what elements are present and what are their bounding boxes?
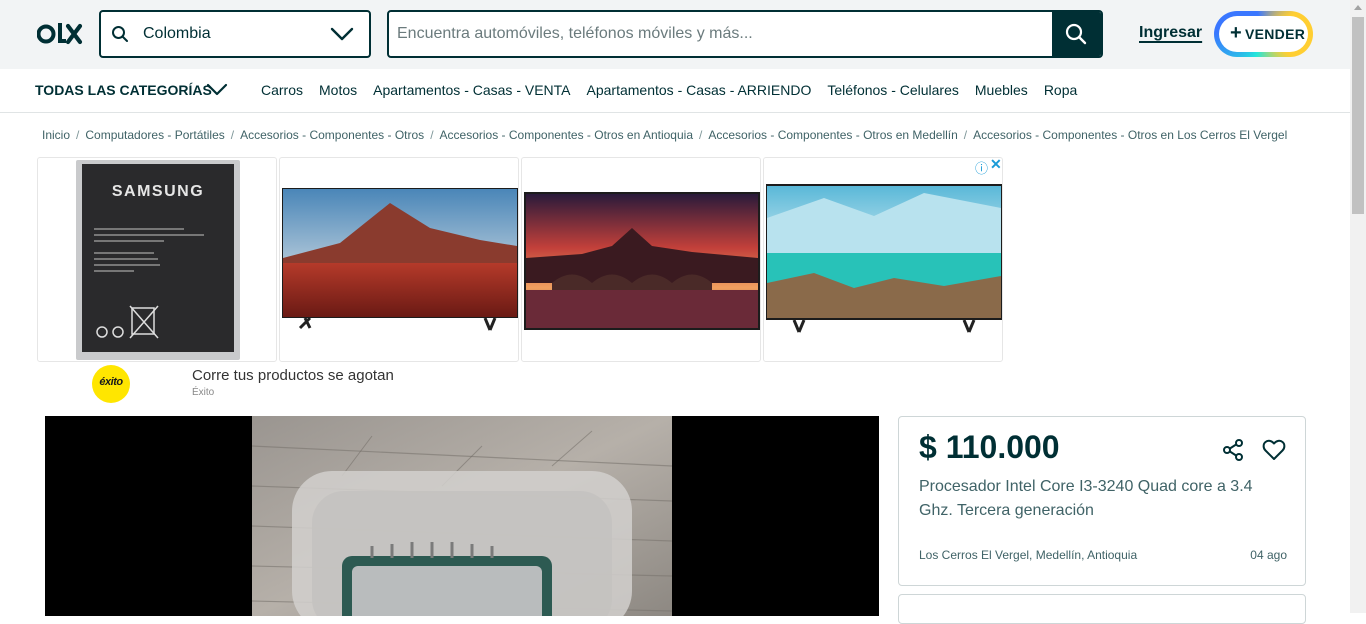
product-photo[interactable]: [252, 416, 672, 616]
tv-image: [766, 184, 1002, 333]
breadcrumb-item[interactable]: Computadores - Portátiles: [85, 128, 224, 142]
location-selector[interactable]: Colombia: [99, 10, 371, 58]
tv-image: [282, 188, 518, 331]
ad-info-icon[interactable]: ⓘ: [975, 158, 988, 177]
listing-summary-card: $ 110.000 Procesador Intel Core I3-3240 …: [898, 416, 1306, 586]
olx-logo[interactable]: [37, 20, 83, 48]
chevron-down-icon[interactable]: [330, 24, 354, 44]
category-link-telefonos[interactable]: Teléfonos - Celulares: [827, 82, 959, 98]
ad-close-icon[interactable]: ✕: [990, 156, 1002, 173]
search-button[interactable]: [1052, 12, 1101, 56]
chevron-down-icon[interactable]: [206, 82, 228, 98]
location-value: Colombia: [143, 25, 211, 42]
heart-icon[interactable]: [1262, 439, 1286, 461]
product-gallery[interactable]: [45, 416, 879, 616]
battery-brand: SAMSUNG: [112, 183, 204, 200]
ad-title[interactable]: Corre tus productos se agotan: [192, 367, 394, 384]
breadcrumb-item[interactable]: Accesorios - Componentes - Otros: [240, 128, 424, 142]
cpu-image: [252, 416, 672, 616]
ad-banner[interactable]: SAMSUNG: [37, 157, 1003, 362]
breadcrumb: Inicio / Computadores - Portátiles / Acces…: [42, 128, 1288, 142]
ad-source: Éxito: [192, 387, 215, 398]
category-link-motos[interactable]: Motos: [319, 82, 357, 98]
ad-product-tv-city[interactable]: [521, 157, 761, 362]
category-link-apartamentos-venta[interactable]: Apartamentos - Casas - VENTA: [373, 82, 570, 98]
category-link-apartamentos-arriendo[interactable]: Apartamentos - Casas - ARRIENDO: [587, 82, 812, 98]
ad-product-tv-desert[interactable]: [279, 157, 519, 362]
listing-date: 04 ago: [1250, 548, 1287, 562]
ad-product-tv-glacier[interactable]: [763, 157, 1003, 362]
ad-product-battery[interactable]: SAMSUNG: [37, 157, 277, 362]
page-scrollbar[interactable]: [1350, 0, 1366, 613]
search-icon: [112, 26, 128, 42]
search-bar: [387, 10, 1103, 58]
scrollbar-thumb[interactable]: [1352, 17, 1364, 214]
listing-price: $ 110.000: [919, 429, 1060, 465]
listing-location: Los Cerros El Vergel, Medellín, Antioqui…: [919, 548, 1138, 562]
sell-label: VENDER: [1245, 26, 1306, 42]
breadcrumb-item[interactable]: Accesorios - Componentes - Otros en Anti…: [440, 128, 693, 142]
category-links: Carros Motos Apartamentos - Casas - VENT…: [261, 82, 1077, 98]
seller-card: [898, 594, 1306, 624]
search-icon: [1065, 23, 1087, 45]
search-input[interactable]: [397, 23, 1037, 45]
breadcrumb-item[interactable]: Inicio: [42, 128, 70, 142]
all-categories-toggle[interactable]: TODAS LAS CATEGORÍAS: [35, 82, 212, 98]
category-link-muebles[interactable]: Muebles: [975, 82, 1028, 98]
breadcrumb-item[interactable]: Accesorios - Componentes - Otros en Los …: [973, 128, 1287, 142]
top-bar: Colombia Ingresar + VENDER: [0, 0, 1350, 69]
category-link-ropa[interactable]: Ropa: [1044, 82, 1077, 98]
share-icon[interactable]: [1222, 439, 1244, 461]
ad-advertiser-logo[interactable]: éxito: [92, 365, 130, 403]
breadcrumb-item[interactable]: Accesorios - Componentes - Otros en Mede…: [708, 128, 957, 142]
category-bar: TODAS LAS CATEGORÍAS Carros Motos Aparta…: [0, 69, 1350, 113]
login-link[interactable]: Ingresar: [1139, 24, 1202, 42]
plus-icon: +: [1230, 22, 1242, 44]
listing-title: Procesador Intel Core I3-3240 Quad core …: [919, 478, 1253, 519]
sell-button[interactable]: + VENDER: [1214, 11, 1313, 57]
tv-image: [524, 192, 760, 330]
category-link-carros[interactable]: Carros: [261, 82, 303, 98]
scroll-up-icon[interactable]: [1354, 5, 1362, 10]
battery-image: SAMSUNG: [76, 160, 240, 360]
